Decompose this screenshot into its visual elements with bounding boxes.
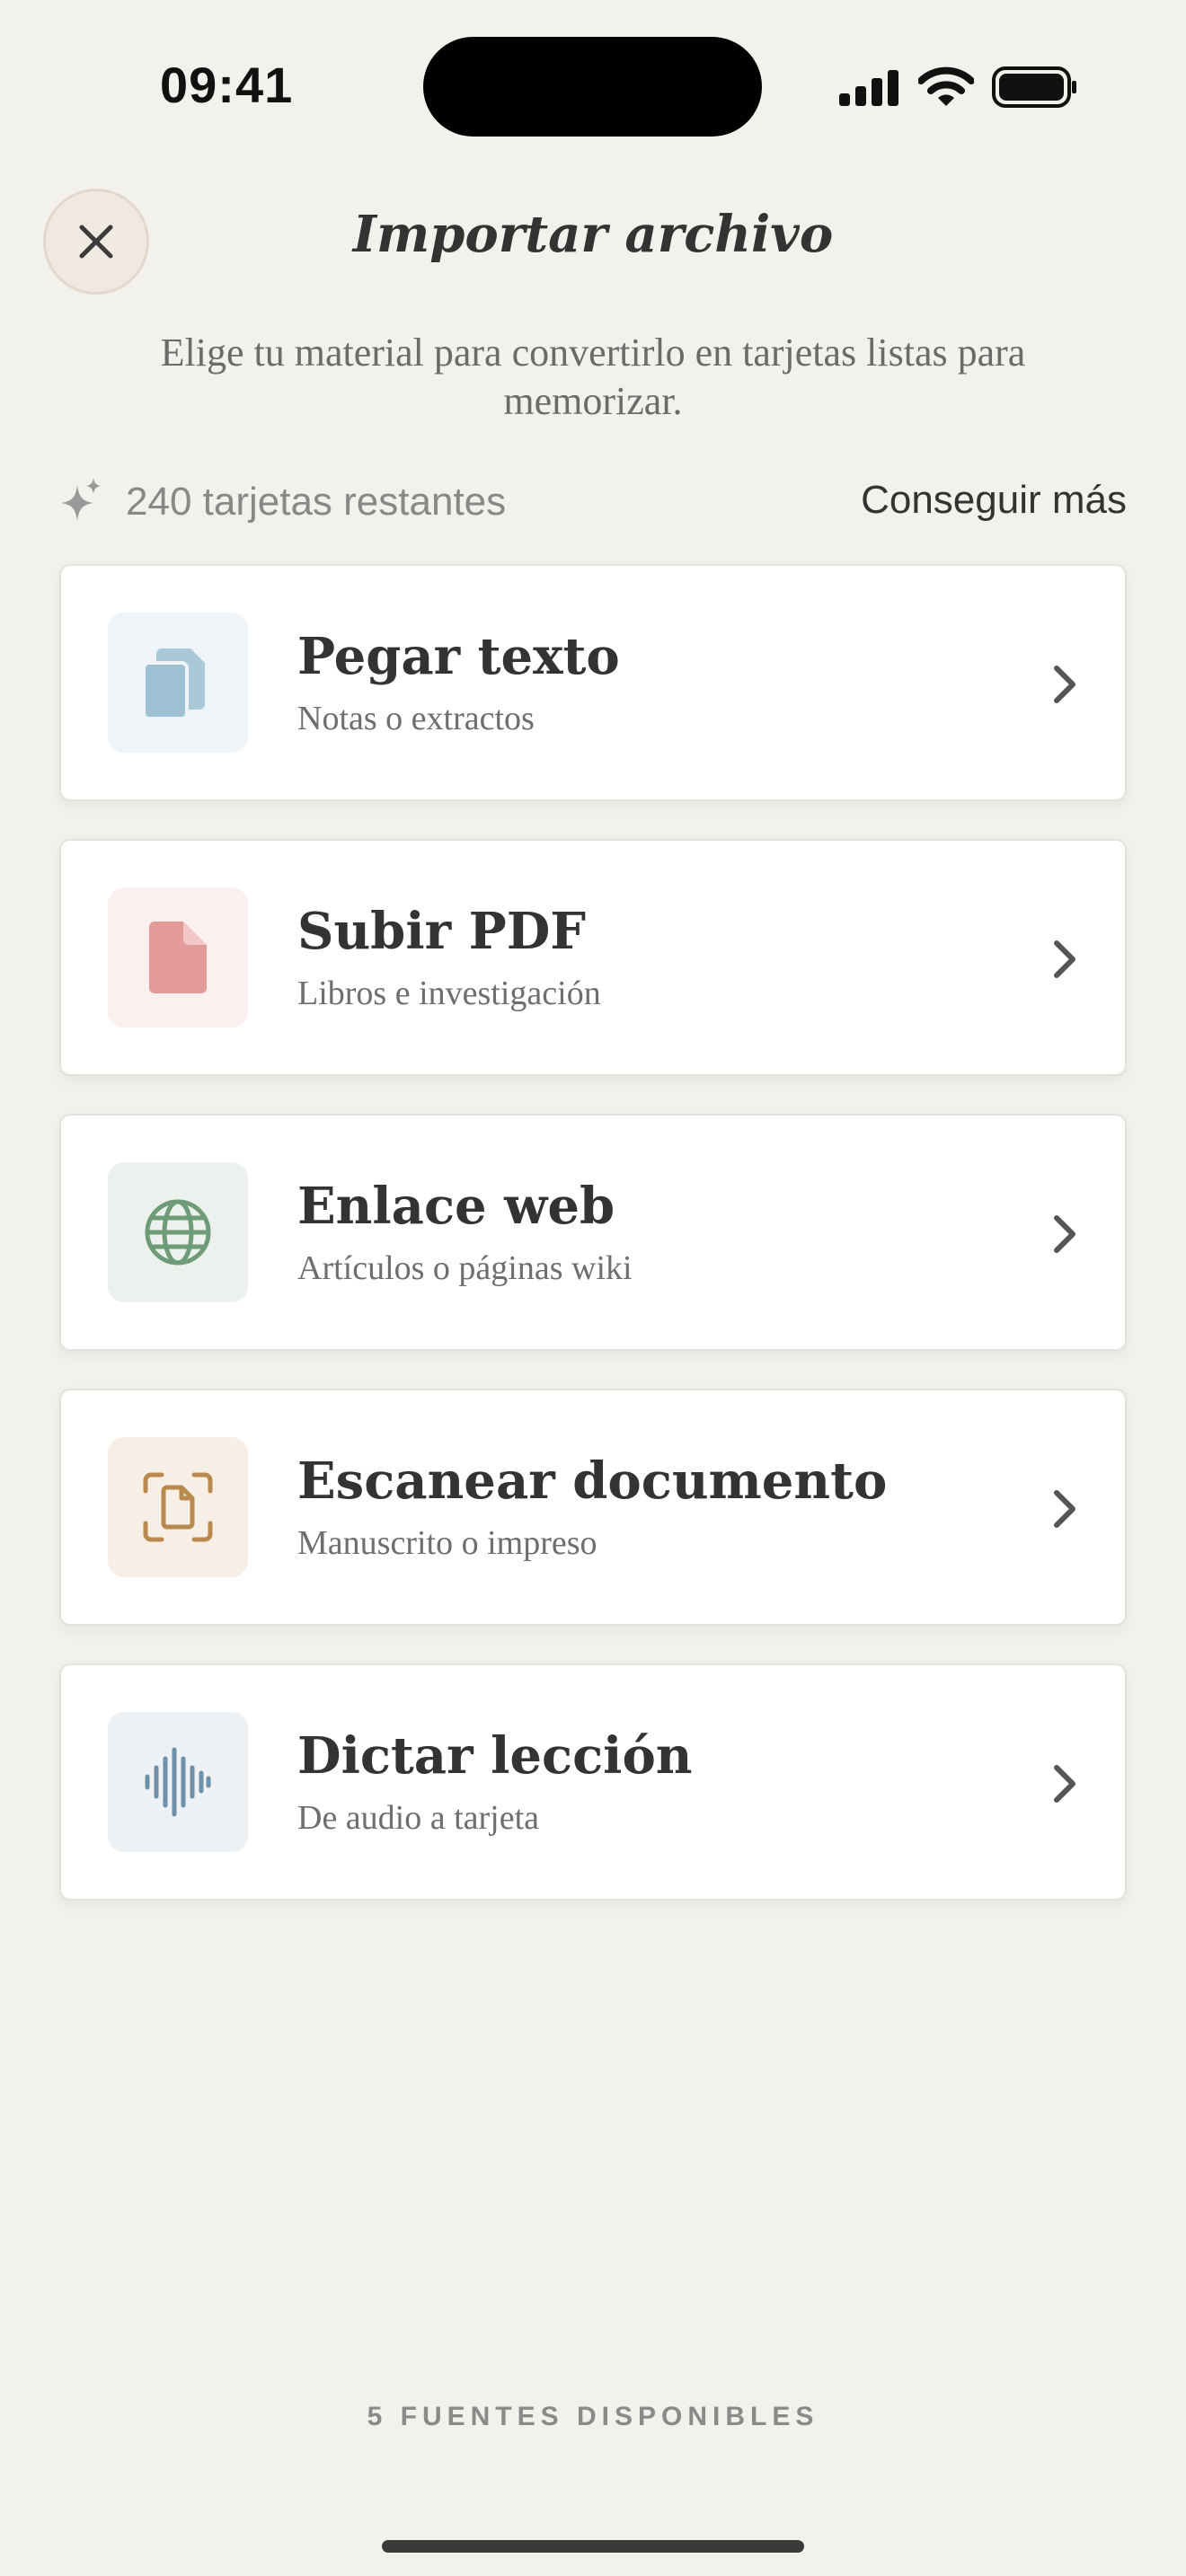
clipboard-icon: [142, 648, 205, 720]
card-title: Subir PDF: [297, 902, 587, 961]
status-icons: [839, 65, 1082, 108]
card-title: Dictar lección: [297, 1726, 693, 1786]
source-card-upload-pdf[interactable]: Subir PDF Libros e investigación: [59, 839, 1127, 1076]
source-card-dictate-lesson[interactable]: Dictar lección De audio a tarjeta: [59, 1663, 1127, 1901]
credits-row: 240 tarjetas restantes Conseguir más: [59, 472, 1127, 532]
status-time: 09:41: [160, 57, 294, 113]
source-card-scan-document[interactable]: Escanear documento Manuscrito o impreso: [59, 1389, 1127, 1626]
chevron-right-icon: [1054, 666, 1075, 703]
chevron-right-icon: [1054, 940, 1075, 978]
card-icon-container: [108, 1162, 248, 1302]
card-subtitle: Artículos o páginas wiki: [297, 1249, 633, 1287]
card-icon-container: [108, 887, 248, 1028]
card-subtitle: Notas o extractos: [297, 700, 535, 737]
card-icon-container: [108, 1712, 248, 1852]
chevron-right-icon: [1054, 1765, 1075, 1803]
battery-icon: [992, 66, 1076, 108]
home-indicator[interactable]: [382, 2540, 804, 2553]
credits-remaining: 240 tarjetas restantes: [126, 480, 507, 524]
wifi-icon: [918, 66, 974, 106]
card-subtitle: Libros e investigación: [297, 975, 601, 1012]
waveform-icon: [145, 1747, 211, 1817]
source-card-web-link[interactable]: Enlace web Artículos o páginas wiki: [59, 1114, 1127, 1351]
card-title: Escanear documento: [297, 1451, 888, 1511]
status-bar: 09:41: [0, 0, 1186, 171]
page-subtitle: Elige tu material para convertirlo en ta…: [160, 331, 1026, 423]
sources-count-label: 5 FUENTES DISPONIBLES: [367, 2402, 819, 2431]
page-title: Importar archivo: [352, 205, 834, 264]
get-more-link[interactable]: Conseguir más: [861, 478, 1127, 523]
globe-icon: [145, 1199, 211, 1266]
card-subtitle: De audio a tarjeta: [297, 1799, 540, 1837]
card-title: Enlace web: [297, 1177, 615, 1236]
card-title: Pegar texto: [297, 627, 620, 686]
card-subtitle: Manuscrito o impreso: [297, 1524, 597, 1562]
chevron-right-icon: [1054, 1215, 1075, 1253]
dynamic-island: [423, 37, 762, 137]
source-card-paste-text[interactable]: Pegar texto Notas o extractos: [59, 564, 1127, 801]
document-icon: [149, 922, 207, 993]
card-icon-container: [108, 613, 248, 753]
card-icon-container: [108, 1437, 248, 1577]
cellular-signal-icon: [839, 70, 898, 106]
sparkle-icon: [61, 478, 101, 521]
chevron-right-icon: [1054, 1490, 1075, 1528]
scan-document-icon: [143, 1472, 213, 1542]
